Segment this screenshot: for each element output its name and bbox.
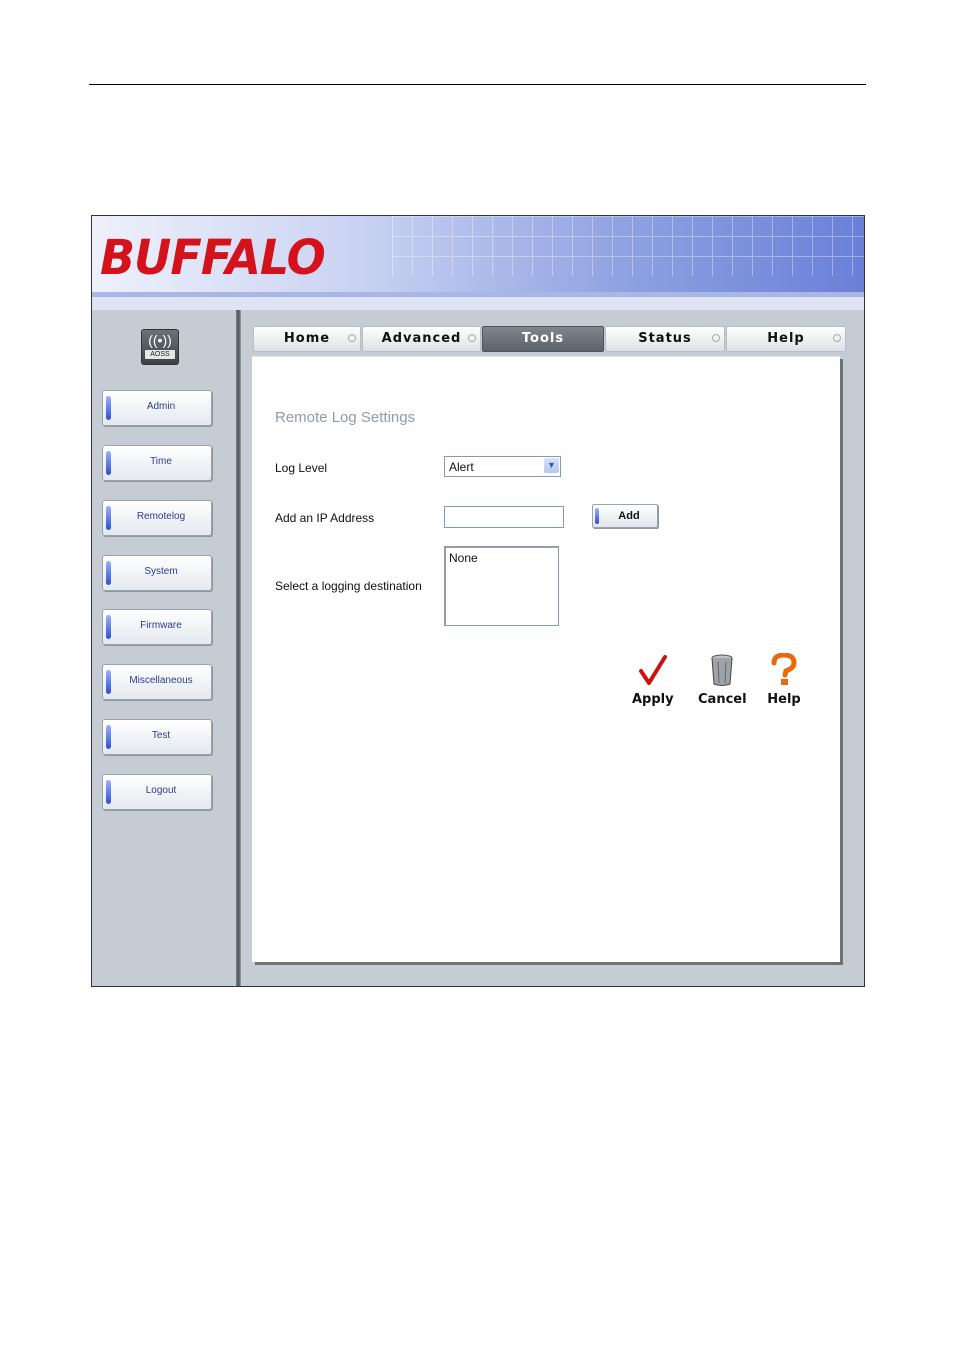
apply-label: Apply bbox=[632, 692, 674, 707]
tab-help[interactable]: Help bbox=[726, 326, 846, 352]
log-level-value: Alert bbox=[449, 460, 474, 474]
sidebar-item-admin[interactable]: Admin bbox=[102, 390, 212, 426]
trash-can-icon bbox=[711, 654, 733, 686]
aoss-button[interactable]: ((•)) AOSS bbox=[141, 329, 179, 365]
sidebar-item-label: Firmware bbox=[140, 620, 182, 631]
banner-swoosh-light bbox=[92, 297, 864, 310]
tab-home[interactable]: Home bbox=[253, 326, 361, 352]
aoss-label: AOSS bbox=[145, 350, 175, 359]
sidebar: ((•)) AOSS Admin Time Remotelog System F… bbox=[92, 310, 236, 986]
ip-address-input[interactable] bbox=[444, 506, 564, 528]
sidebar-item-miscellaneous[interactable]: Miscellaneous bbox=[102, 664, 212, 700]
cancel-label: Cancel bbox=[698, 692, 747, 707]
button-pill-icon bbox=[106, 615, 111, 639]
tab-tools[interactable]: Tools bbox=[482, 326, 604, 352]
page-header-rule bbox=[89, 84, 866, 85]
tab-label: Status bbox=[638, 331, 692, 346]
chevron-down-icon[interactable]: ▼ bbox=[544, 458, 559, 473]
sidebar-item-label: Admin bbox=[146, 401, 176, 412]
sidebar-item-label: Logout bbox=[145, 785, 177, 796]
checkmark-icon bbox=[638, 655, 667, 685]
sidebar-item-time[interactable]: Time bbox=[102, 445, 212, 481]
button-pill-icon bbox=[106, 506, 111, 530]
help-label: Help bbox=[767, 692, 801, 707]
tab-label: Tools bbox=[521, 331, 565, 346]
sidebar-item-remotelog[interactable]: Remotelog bbox=[102, 500, 212, 536]
button-pill-icon bbox=[106, 725, 111, 749]
sidebar-item-label: System bbox=[144, 566, 178, 577]
button-pill-icon bbox=[106, 670, 111, 694]
buffalo-logo: BUFFALO bbox=[100, 228, 326, 286]
sidebar-item-logout[interactable]: Logout bbox=[102, 774, 212, 810]
sidebar-item-label: Test bbox=[151, 730, 171, 741]
sidebar-item-label: Remotelog bbox=[136, 511, 186, 522]
help-button[interactable]: Help bbox=[766, 652, 802, 707]
button-pill-icon bbox=[106, 451, 111, 475]
button-pill-icon bbox=[106, 561, 111, 585]
log-level-label: Log Level bbox=[275, 461, 328, 475]
top-tab-bar: Home Advanced Tools Status Help bbox=[253, 326, 846, 352]
tab-status[interactable]: Status bbox=[605, 326, 725, 352]
cancel-button[interactable]: Cancel bbox=[698, 653, 747, 707]
sidebar-item-test[interactable]: Test bbox=[102, 719, 212, 755]
add-ip-button[interactable]: Add bbox=[592, 504, 658, 528]
tab-label: Advanced bbox=[381, 331, 462, 346]
button-pill-icon bbox=[595, 508, 599, 524]
tab-knob-icon bbox=[833, 334, 841, 342]
tab-knob-icon bbox=[468, 334, 476, 342]
banner-pattern bbox=[392, 216, 864, 276]
log-level-select[interactable]: Alert ▼ bbox=[444, 456, 561, 477]
list-item[interactable]: None bbox=[449, 551, 478, 565]
button-pill-icon bbox=[106, 396, 111, 420]
sidebar-item-system[interactable]: System bbox=[102, 555, 212, 591]
logging-destination-list[interactable]: None bbox=[444, 546, 559, 626]
sidebar-item-firmware[interactable]: Firmware bbox=[102, 609, 212, 645]
sidebar-item-label: Time bbox=[150, 456, 172, 467]
page-title: Remote Log Settings bbox=[275, 409, 416, 426]
tab-label: Help bbox=[767, 331, 805, 346]
logging-destination-label: Select a logging destination bbox=[275, 579, 422, 593]
sidebar-item-label: Miscellaneous bbox=[129, 675, 193, 686]
tab-advanced[interactable]: Advanced bbox=[362, 326, 481, 352]
header-banner: BUFFALO bbox=[92, 216, 864, 310]
router-config-window: BUFFALO ((•)) AOSS Admin Time Remotelog … bbox=[91, 215, 865, 987]
button-pill-icon bbox=[106, 780, 111, 804]
ip-address-label: Add an IP Address bbox=[275, 511, 375, 525]
tab-knob-icon bbox=[348, 334, 356, 342]
content-panel: Remote Log Settings Log Level Alert ▼ Ad… bbox=[252, 356, 840, 962]
apply-button[interactable]: Apply bbox=[632, 655, 674, 707]
add-button-label: Add bbox=[618, 510, 640, 522]
aoss-wave-icon: ((•)) bbox=[148, 332, 172, 348]
tab-label: Home bbox=[283, 331, 331, 346]
tab-knob-icon bbox=[712, 334, 720, 342]
question-mark-icon bbox=[771, 652, 797, 685]
